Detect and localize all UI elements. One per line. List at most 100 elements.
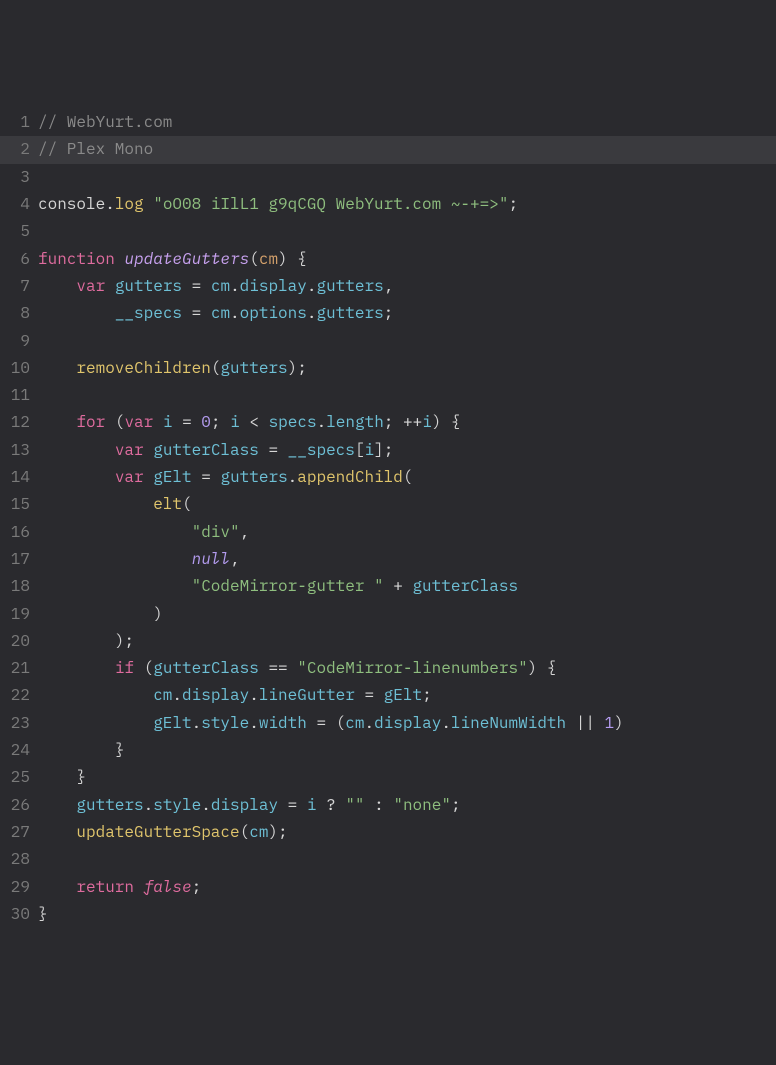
line-number: 17: [0, 546, 38, 573]
code-line[interactable]: 4console.log "oO08 iIlL1 g9qCGQ WebYurt.…: [0, 191, 776, 218]
token-punct: ;: [297, 358, 307, 378]
code-line[interactable]: 30}: [0, 901, 776, 928]
code-line[interactable]: 21 if (gutterClass == "CodeMirror-linenu…: [0, 655, 776, 682]
code-line[interactable]: 24 }: [0, 737, 776, 764]
token-ident: [144, 194, 154, 214]
code-content[interactable]: null,: [38, 546, 776, 573]
token-ident: [38, 440, 115, 460]
token-func: log: [115, 194, 144, 214]
code-line[interactable]: 10 removeChildren(gutters);: [0, 355, 776, 382]
token-ident: [144, 440, 154, 460]
code-line[interactable]: 7 var gutters = cm.display.gutters,: [0, 273, 776, 300]
token-ident: [365, 795, 375, 815]
token-property: gutters: [316, 276, 383, 296]
code-line[interactable]: 13 var gutterClass = __specs[i];: [0, 437, 776, 464]
code-content[interactable]: gutters.style.display = i ? "" : "none";: [38, 792, 776, 819]
code-content[interactable]: var gutters = cm.display.gutters,: [38, 273, 776, 300]
token-punct: (: [336, 713, 346, 733]
token-ident: [38, 658, 115, 678]
token-punct: {: [297, 249, 307, 269]
token-ident: [278, 795, 288, 815]
token-punct: ;: [192, 877, 202, 897]
code-content[interactable]: }: [38, 764, 776, 791]
token-punct: ;: [384, 440, 394, 460]
line-number: 11: [0, 382, 38, 409]
line-number: 22: [0, 682, 38, 709]
line-number: 30: [0, 901, 38, 928]
line-number: 21: [0, 655, 38, 682]
code-content[interactable]: elt(: [38, 491, 776, 518]
code-content[interactable]: for (var i = 0; i < specs.length; ++i) {: [38, 409, 776, 436]
code-line[interactable]: 6function updateGutters(cm) {: [0, 246, 776, 273]
token-punct: (: [115, 412, 125, 432]
code-line[interactable]: 15 elt(: [0, 491, 776, 518]
code-content[interactable]: removeChildren(gutters);: [38, 355, 776, 382]
code-content[interactable]: __specs = cm.options.gutters;: [38, 300, 776, 327]
token-operator: ||: [576, 713, 595, 733]
code-content[interactable]: function updateGutters(cm) {: [38, 246, 776, 273]
token-punct: ;: [124, 631, 134, 651]
code-content[interactable]: return false;: [38, 874, 776, 901]
code-line[interactable]: 27 updateGutterSpace(cm);: [0, 819, 776, 846]
token-punct: .: [144, 795, 154, 815]
code-line[interactable]: 3: [0, 164, 776, 191]
line-number: 13: [0, 437, 38, 464]
code-content[interactable]: console.log "oO08 iIlL1 g9qCGQ WebYurt.c…: [38, 191, 776, 218]
token-ident: [38, 795, 76, 815]
line-number: 18: [0, 573, 38, 600]
code-content[interactable]: }: [38, 737, 776, 764]
token-variable: cm: [345, 713, 364, 733]
code-content[interactable]: cm.display.lineGutter = gElt;: [38, 682, 776, 709]
token-ident: [182, 303, 192, 323]
code-content[interactable]: gElt.style.width = (cm.display.lineNumWi…: [38, 710, 776, 737]
code-line[interactable]: 23 gElt.style.width = (cm.display.lineNu…: [0, 710, 776, 737]
code-content[interactable]: }: [38, 901, 776, 928]
code-line[interactable]: 1// WebYurt.com: [0, 109, 776, 136]
code-content[interactable]: ): [38, 601, 776, 628]
code-content[interactable]: // Plex Mono: [38, 136, 776, 163]
code-line[interactable]: 25 }: [0, 764, 776, 791]
code-content[interactable]: );: [38, 628, 776, 655]
code-line[interactable]: 29 return false;: [0, 874, 776, 901]
code-content[interactable]: if (gutterClass == "CodeMirror-linenumbe…: [38, 655, 776, 682]
token-ident: [595, 713, 605, 733]
token-keyword: var: [76, 276, 105, 296]
token-ident: [278, 440, 288, 460]
code-line[interactable]: 14 var gElt = gutters.appendChild(: [0, 464, 776, 491]
token-punct: .: [365, 713, 375, 733]
code-content[interactable]: "div",: [38, 519, 776, 546]
token-punct: ): [115, 631, 125, 651]
token-operator: ?: [326, 795, 336, 815]
token-ident: [105, 276, 115, 296]
code-line[interactable]: 17 null,: [0, 546, 776, 573]
token-punct: (: [182, 494, 192, 514]
code-line[interactable]: 28: [0, 846, 776, 873]
code-line[interactable]: 11: [0, 382, 776, 409]
token-variable: gutters: [220, 467, 287, 487]
code-line[interactable]: 20 );: [0, 628, 776, 655]
code-line[interactable]: 2// Plex Mono: [0, 136, 776, 163]
token-ident: [259, 440, 269, 460]
token-ident: [38, 412, 76, 432]
token-punct: {: [451, 412, 461, 432]
code-line[interactable]: 9: [0, 328, 776, 355]
code-line[interactable]: 22 cm.display.lineGutter = gElt;: [0, 682, 776, 709]
token-operator: :: [374, 795, 384, 815]
code-line[interactable]: 16 "div",: [0, 519, 776, 546]
code-editor[interactable]: 1// WebYurt.com2// Plex Mono34console.lo…: [0, 109, 776, 928]
code-content[interactable]: var gElt = gutters.appendChild(: [38, 464, 776, 491]
code-content[interactable]: updateGutterSpace(cm);: [38, 819, 776, 846]
token-ident: [38, 631, 115, 651]
code-line[interactable]: 12 for (var i = 0; i < specs.length; ++i…: [0, 409, 776, 436]
token-ident: [192, 467, 202, 487]
token-punct: (: [403, 467, 413, 487]
code-content[interactable]: // WebYurt.com: [38, 109, 776, 136]
code-line[interactable]: 5: [0, 218, 776, 245]
code-line[interactable]: 26 gutters.style.display = i ? "" : "non…: [0, 792, 776, 819]
code-line[interactable]: 8 __specs = cm.options.gutters;: [0, 300, 776, 327]
code-content[interactable]: "CodeMirror-gutter " + gutterClass: [38, 573, 776, 600]
code-content[interactable]: var gutterClass = __specs[i];: [38, 437, 776, 464]
code-line[interactable]: 18 "CodeMirror-gutter " + gutterClass: [0, 573, 776, 600]
token-punct: ): [432, 412, 442, 432]
code-line[interactable]: 19 ): [0, 601, 776, 628]
